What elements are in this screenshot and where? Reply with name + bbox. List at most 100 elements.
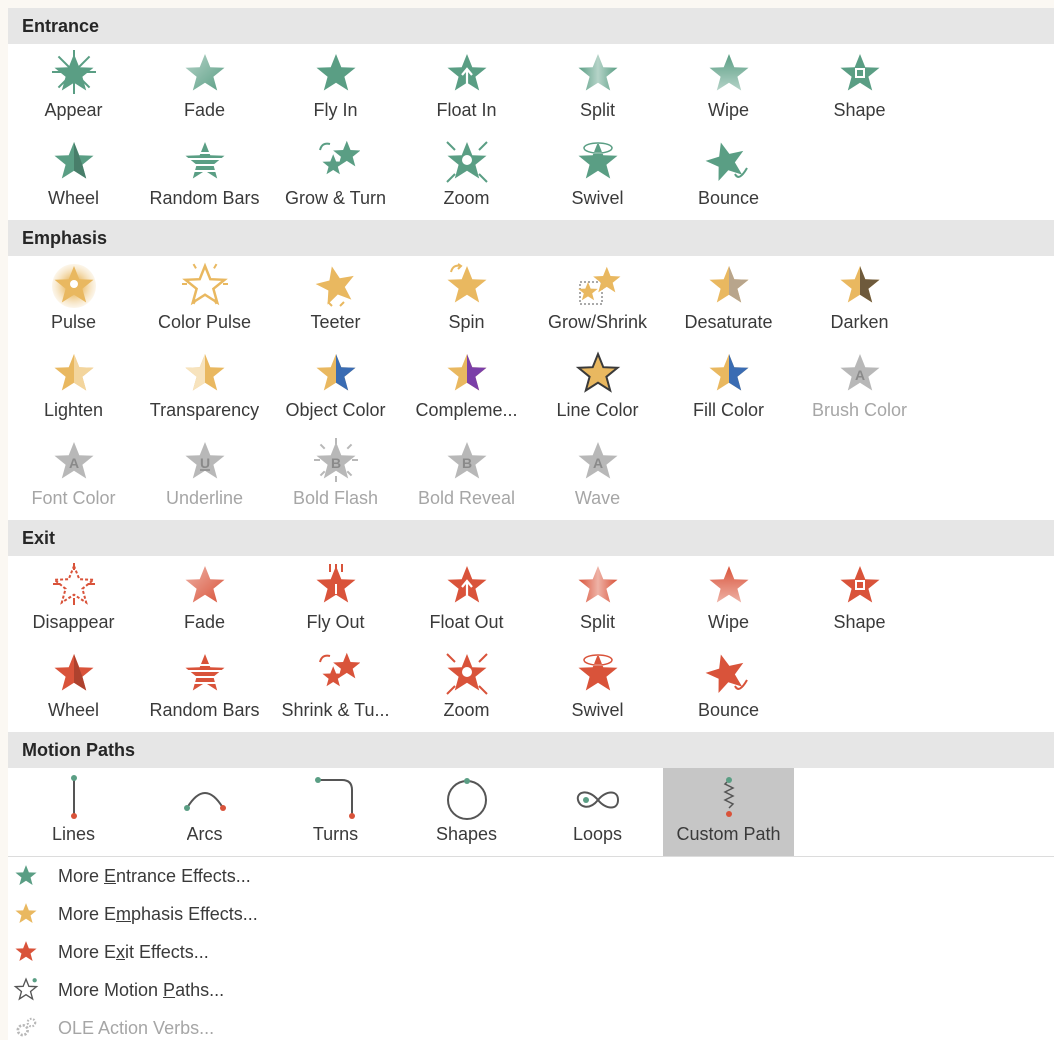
circle-path-icon [446, 778, 487, 820]
effect-label: Wheel [47, 700, 100, 720]
effect-shape[interactable]: Shape [794, 44, 925, 132]
effect-spin[interactable]: Spin [401, 256, 532, 344]
spin-star-icon [447, 263, 486, 303]
effect-wipe[interactable]: Wipe [663, 44, 794, 132]
menu-more-motion[interactable]: More Motion Paths... [8, 971, 1054, 1009]
effect-pulse[interactable]: Pulse [8, 256, 139, 344]
shrink-turn-star-icon [318, 652, 360, 687]
effect-color-pulse[interactable]: Color Pulse [139, 256, 270, 344]
swivel-star-icon [578, 142, 617, 179]
effect-lighten[interactable]: Lighten [8, 344, 139, 432]
motion-path-arcs[interactable]: Arcs [139, 768, 270, 856]
menu-label: OLE Action Verbs... [58, 1017, 215, 1038]
menu-label: More Motion Paths... [58, 979, 225, 1000]
effect-label: Darken [830, 312, 889, 332]
section-header-emphasis: Emphasis [8, 220, 1054, 256]
effect-float-out[interactable]: Float Out [401, 556, 532, 644]
effect-fade[interactable]: Fade [139, 556, 270, 644]
effect-appear[interactable]: Appear [8, 44, 139, 132]
underline-star-icon: U [185, 442, 224, 479]
effect-label: Fly In [313, 100, 358, 120]
effect-wheel[interactable]: Wheel [8, 132, 139, 220]
exit-star-icon [15, 941, 37, 961]
effect-random-bars[interactable]: Random Bars [139, 644, 270, 732]
effect-line-color[interactable]: Line Color [532, 344, 663, 432]
effect-label: Pulse [50, 312, 97, 332]
motion-path-custom-path[interactable]: Custom Path [663, 768, 794, 856]
menu-more-exit[interactable]: More Exit Effects... [8, 933, 1054, 971]
effect-random-bars[interactable]: Random Bars [139, 132, 270, 220]
fade-star-icon [185, 54, 224, 91]
effect-label: Font Color [31, 488, 116, 508]
bold-flash-star-icon: B [313, 438, 358, 482]
effect-zoom[interactable]: Zoom [401, 644, 532, 732]
shape-star-icon [840, 566, 879, 603]
effect-compleme[interactable]: Compleme... [401, 344, 532, 432]
effect-object-color[interactable]: Object Color [270, 344, 401, 432]
effect-label: Wave [574, 488, 621, 508]
effect-label: Float In [436, 100, 497, 120]
effect-fly-out[interactable]: Fly Out [270, 556, 401, 644]
bounce-star-icon [705, 142, 748, 181]
section-header-exit: Exit [8, 520, 1054, 556]
effect-label: Shrink & Tu... [281, 700, 390, 720]
effect-darken[interactable]: Darken [794, 256, 925, 344]
svg-text:B: B [330, 455, 340, 471]
effect-bounce[interactable]: Bounce [663, 132, 794, 220]
motion-path-turns[interactable]: Turns [270, 768, 401, 856]
bold-reveal-star-icon: B [447, 442, 486, 479]
gears-icon [16, 1017, 37, 1037]
effect-desaturate[interactable]: Desaturate [663, 256, 794, 344]
effect-label: Swivel [571, 188, 624, 208]
disappear-star-icon [51, 563, 96, 605]
effect-label: Shape [833, 612, 886, 632]
effect-wheel[interactable]: Wheel [8, 644, 139, 732]
random-bars-star-icon [184, 142, 225, 179]
effect-bounce[interactable]: Bounce [663, 644, 794, 732]
line-path-icon [70, 775, 77, 819]
emphasis-effects-grid: Pulse Color Pulse Teeter Spin Grow/Shrink Des… [8, 256, 1054, 520]
section-header-entrance: Entrance [8, 8, 1054, 44]
effect-label: Fly Out [306, 612, 365, 632]
svg-text:A: A [592, 455, 602, 471]
motion-path-lines[interactable]: Lines [8, 768, 139, 856]
brush-color-star-icon: A [840, 354, 879, 391]
motion-path-label: Custom Path [676, 824, 781, 844]
arc-path-icon [183, 792, 226, 811]
shape-star-icon [840, 54, 879, 91]
menu-more-emphasis[interactable]: More Emphasis Effects... [8, 895, 1054, 933]
effect-disappear[interactable]: Disappear [8, 556, 139, 644]
color-pulse-star-icon [181, 262, 228, 306]
effect-transparency[interactable]: Transparency [139, 344, 270, 432]
effect-label: Bold Reveal [417, 488, 516, 508]
svg-text:A: A [854, 367, 864, 383]
effect-label: Swivel [571, 700, 624, 720]
effect-fill-color[interactable]: Fill Color [663, 344, 794, 432]
effect-float-in[interactable]: Float In [401, 44, 532, 132]
motion-path-star-icon [13, 977, 39, 1001]
effect-split[interactable]: Split [532, 44, 663, 132]
darken-star-icon [840, 266, 879, 303]
svg-text:A: A [68, 455, 78, 471]
appear-star-icon [51, 50, 96, 94]
zoom-star-icon [445, 141, 488, 183]
effect-label: Grow & Turn [284, 188, 387, 208]
effect-swivel[interactable]: Swivel [532, 132, 663, 220]
effect-label: Underline [165, 488, 244, 508]
effect-split[interactable]: Split [532, 556, 663, 644]
motion-path-label: Turns [312, 824, 359, 844]
menu-more-entrance[interactable]: More Entrance Effects... [8, 857, 1054, 895]
motion-path-label: Arcs [186, 824, 223, 844]
effect-teeter[interactable]: Teeter [270, 256, 401, 344]
motion-path-loops[interactable]: Loops [532, 768, 663, 856]
effect-grow-shrink[interactable]: Grow/Shrink [532, 256, 663, 344]
effect-shape[interactable]: Shape [794, 556, 925, 644]
effect-shrink-tu[interactable]: Shrink & Tu... [270, 644, 401, 732]
effect-wipe[interactable]: Wipe [663, 556, 794, 644]
effect-grow-turn[interactable]: Grow & Turn [270, 132, 401, 220]
motion-path-shapes[interactable]: Shapes [401, 768, 532, 856]
effect-zoom[interactable]: Zoom [401, 132, 532, 220]
effect-fly-in[interactable]: Fly In [270, 44, 401, 132]
effect-fade[interactable]: Fade [139, 44, 270, 132]
effect-swivel[interactable]: Swivel [532, 644, 663, 732]
